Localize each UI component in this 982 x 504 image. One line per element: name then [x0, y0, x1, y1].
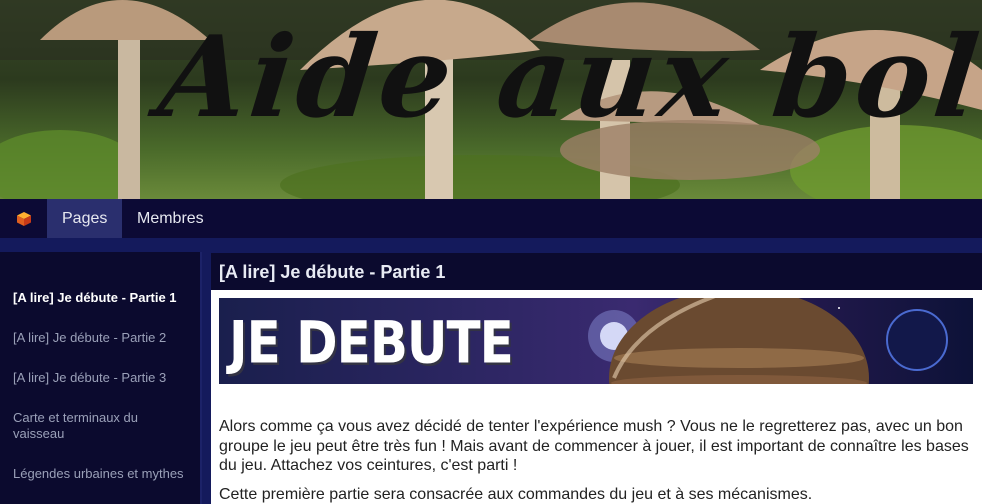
header-banner: Aide aux bolets	[0, 0, 982, 199]
nav-tab-membres[interactable]: Membres	[122, 199, 219, 238]
sidebar-item-legendes[interactable]: Légendes urbaines et mythes	[13, 466, 195, 482]
sidebar-item-je-debute-1[interactable]: [A lire] Je débute - Partie 1	[13, 290, 195, 306]
top-navbar: Pages Membres	[0, 199, 982, 238]
second-paragraph: Cette première partie sera consacrée aux…	[219, 486, 813, 503]
sidebar-item-je-debute-3[interactable]: [A lire] Je débute - Partie 3	[13, 370, 195, 386]
sidebar-item-carte-terminaux[interactable]: Carte et terminaux du vaisseau	[13, 410, 183, 442]
sidebar-item-je-debute-2[interactable]: [A lire] Je débute - Partie 2	[13, 330, 195, 346]
cube-icon	[16, 211, 31, 226]
content-header: [A lire] Je débute - Partie 1	[211, 253, 982, 290]
sidebar: [A lire] Je débute - Partie 1 [A lire] J…	[0, 252, 202, 504]
content-body: JE DEBUTE Alors comme ça vous avez décid…	[211, 290, 982, 504]
hero-banner: JE DEBUTE	[219, 298, 973, 384]
site-title: Aide aux bolets	[153, 12, 982, 143]
page-title: [A lire] Je débute - Partie 1	[219, 262, 446, 282]
hero-title: JE DEBUTE	[229, 309, 514, 377]
intro-paragraph: Alors comme ça vous avez décidé de tente…	[219, 418, 969, 474]
nav-tab-pages[interactable]: Pages	[47, 199, 122, 238]
home-link[interactable]	[0, 199, 47, 238]
